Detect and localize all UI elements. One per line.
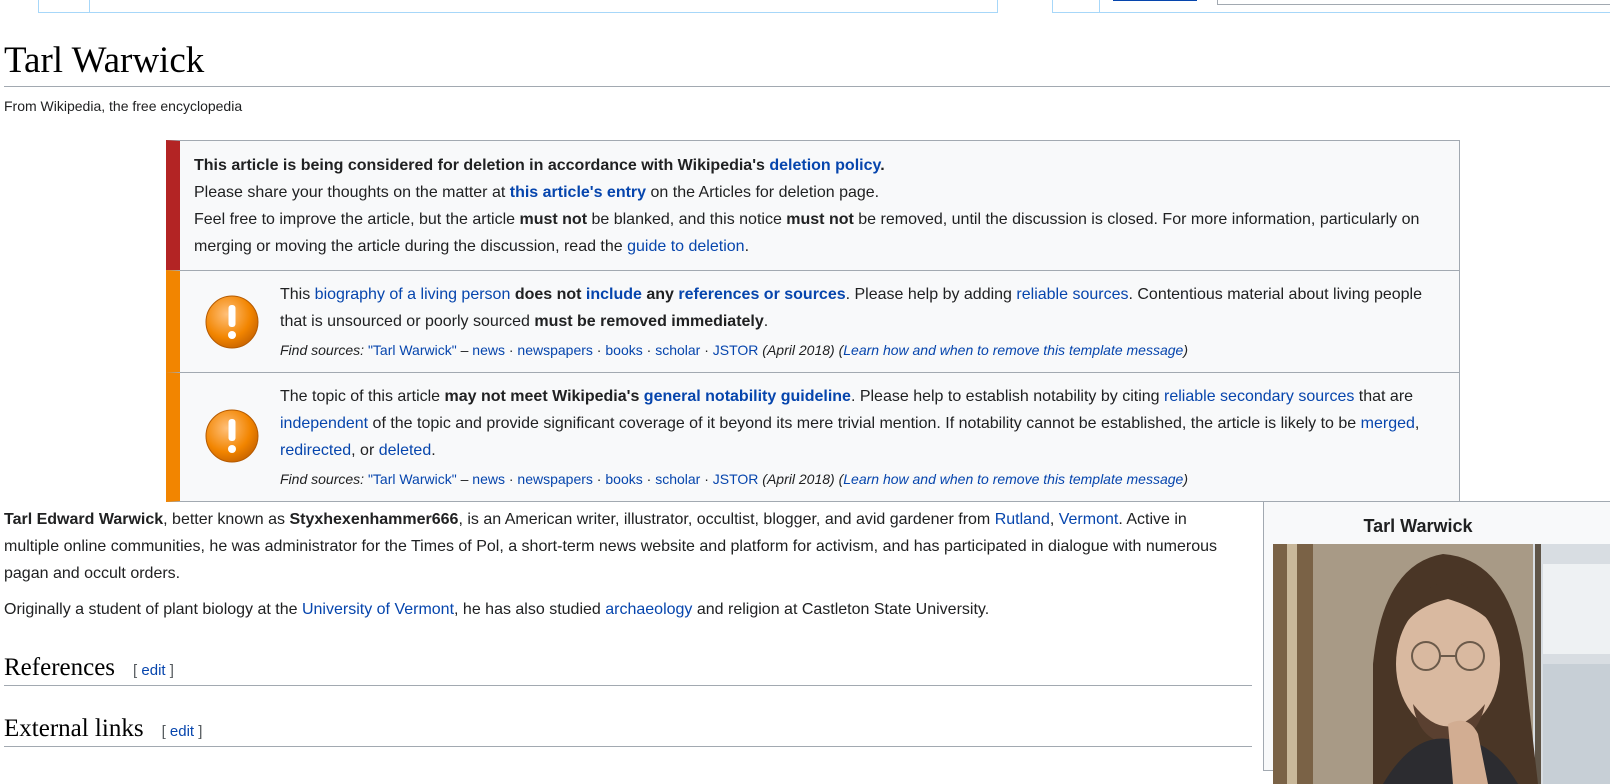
general-notability-guideline-link[interactable]: general notability guideline [644,388,851,405]
rutland-link[interactable]: Rutland [995,511,1050,528]
blp-link[interactable]: biography of a living person [315,286,511,303]
include-link[interactable]: include [586,286,642,303]
search-input[interactable] [1217,0,1610,5]
edit-section: [ edit ] [161,723,203,740]
warning-icon [205,409,259,463]
deletion-policy-link[interactable]: deletion policy [769,157,880,174]
tab-divider [89,0,90,12]
external-links-section-heading: External links [ edit ] [4,712,1252,747]
reliable-secondary-sources-link[interactable]: reliable secondary sources [1164,388,1354,405]
learn-remove-template-link[interactable]: Learn how and when to remove this templa… [843,471,1183,487]
article-body: Tarl Edward Warwick, better known as Sty… [4,506,1244,632]
find-sources-news-link[interactable]: news [472,342,505,358]
deleted-link[interactable]: deleted [379,442,432,459]
find-sources-bar: Find sources: "Tarl Warwick" – news · ne… [280,342,1189,358]
find-sources-books-link[interactable]: books [605,471,642,487]
infobox-portrait-image[interactable] [1273,544,1610,784]
infobox: Tarl Warwick [1263,501,1610,784]
find-sources-newspapers-link[interactable]: newspapers [517,342,593,358]
find-sources-books-link[interactable]: books [605,342,642,358]
deletion-notice-discuss: Please share your thoughts on the matter… [194,184,880,201]
view-tabs-bar [1052,0,1610,13]
find-sources-query-link[interactable]: "Tarl Warwick" [368,471,457,487]
references-heading: References [4,654,116,681]
find-sources-newspapers-link[interactable]: newspapers [517,471,593,487]
view-tab-link[interactable] [1113,0,1197,1]
page-heading: Tarl Warwick [4,38,1610,87]
vermont-link[interactable]: Vermont [1059,511,1119,528]
article-paragraph: Tarl Edward Warwick, better known as Sty… [4,511,1217,582]
edit-section: [ edit ] [133,662,174,679]
find-sources-query-link[interactable]: "Tarl Warwick" [368,342,457,358]
learn-remove-template-link[interactable]: Learn how and when to remove this templa… [843,342,1183,358]
page-tabs-bar [38,0,998,13]
find-sources-jstor-link[interactable]: JSTOR [713,471,759,487]
guide-to-deletion-link[interactable]: guide to deletion [627,238,744,255]
edit-references-link[interactable]: edit [141,662,165,679]
article-paragraph: Originally a student of plant biology at… [4,601,990,618]
university-of-vermont-link[interactable]: University of Vermont [302,601,454,618]
find-sources-news-link[interactable]: news [472,471,505,487]
reliable-sources-link[interactable]: reliable sources [1016,286,1128,303]
find-sources-jstor-link[interactable]: JSTOR [713,342,759,358]
deletion-notice: This article is being considered for del… [166,140,1460,271]
edit-external-links-link[interactable]: edit [170,723,194,740]
top-navigation [0,0,1610,14]
warning-icon [205,295,259,349]
deletion-notice-instructions: Feel free to improve the article, but th… [194,211,1420,255]
notability-notice-text: The topic of this article may not meet W… [280,388,1420,459]
deletion-notice-lead: This article is being considered for del… [194,157,885,174]
blp-sources-notice: This biography of a living person does n… [166,270,1460,373]
tab-divider [1099,0,1100,12]
find-sources-scholar-link[interactable]: scholar [655,471,700,487]
page-title: Tarl Warwick [4,40,205,81]
maintenance-notices: This article is being considered for del… [166,140,1460,502]
references-section-heading: References [ edit ] [4,651,1252,686]
site-tagline: From Wikipedia, the free encyclopedia [4,98,243,114]
merged-link[interactable]: merged [1361,415,1415,432]
find-sources-scholar-link[interactable]: scholar [655,342,700,358]
afd-entry-link[interactable]: this article's entry [510,184,646,201]
portrait-photo [1273,544,1610,784]
references-or-sources-link[interactable]: references or sources [678,286,845,303]
archaeology-link[interactable]: archaeology [605,601,692,618]
external-links-heading: External links [4,715,144,742]
find-sources-bar: Find sources: "Tarl Warwick" – news · ne… [280,471,1189,487]
redirected-link[interactable]: redirected [280,442,351,459]
notability-notice: The topic of this article may not meet W… [166,372,1460,502]
independent-link[interactable]: independent [280,415,368,432]
blp-notice-text: This biography of a living person does n… [280,286,1422,330]
infobox-title: Tarl Warwick [1363,516,1473,536]
